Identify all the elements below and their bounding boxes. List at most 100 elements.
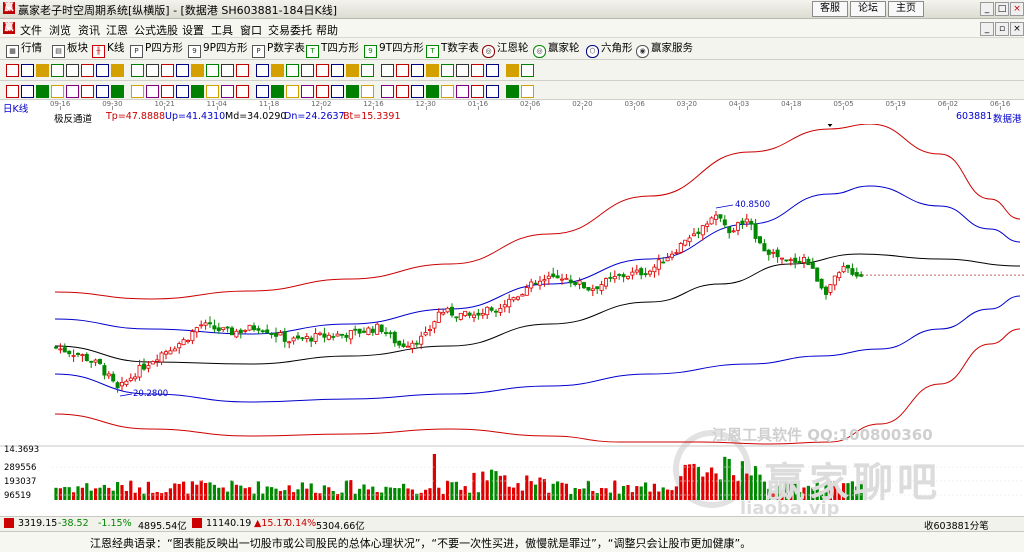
t-number-table-button[interactable]: T T数字表 [426,41,479,58]
cursor-tool-icon[interactable] [51,64,64,77]
homepage-button[interactable]: 主页 [888,1,924,17]
gann-tool-icon[interactable] [271,85,284,98]
cross-tool-icon[interactable] [506,64,519,77]
minimize-icon[interactable]: _ [980,2,994,16]
bookmark-tool-icon[interactable] [316,64,329,77]
t-square-button[interactable]: T T四方形 [306,41,359,58]
cursor-tool-icon[interactable] [256,64,269,77]
cross-tool-icon[interactable] [96,64,109,77]
text-tool-icon[interactable] [316,85,329,98]
menu-settings[interactable]: 设置 [182,22,204,38]
bookmark-tool-icon[interactable] [111,64,124,77]
arrow-tool-icon[interactable] [471,64,484,77]
menu-gann[interactable]: 江恩 [106,22,128,38]
gann-tool-icon[interactable] [471,85,484,98]
zoom-tool-icon[interactable] [411,64,424,77]
grid-tool-icon[interactable] [361,64,374,77]
sector-button[interactable]: ▤ 板块 [52,41,88,58]
fib-tool-icon[interactable] [456,85,469,98]
winner-service-button[interactable]: ◉ 赢家服务 [636,41,693,58]
delete-tool-icon[interactable] [346,85,359,98]
channel-tool-icon[interactable] [441,85,454,98]
stats-tool-icon[interactable] [236,64,249,77]
zoom-tool-icon[interactable] [206,64,219,77]
eraser-tool-icon[interactable] [161,85,174,98]
zoom-tool-icon[interactable] [6,64,19,77]
trend-tool-icon[interactable] [206,85,219,98]
9p-square-button[interactable]: 9 9P四方形 [188,41,248,58]
p-square-button[interactable]: P P四方形 [130,41,183,58]
menu-browse[interactable]: 浏览 [49,22,71,38]
kline-button[interactable]: ╫ K线 [92,41,124,58]
app-menu-icon[interactable]: 赢 [3,22,15,34]
winner-wheel-button[interactable]: ◎ 赢家轮 [533,41,580,58]
bookmark-tool-icon[interactable] [521,64,534,77]
hexagon-button[interactable]: ⬡ 六角形 [586,41,633,58]
diamond-tool-icon[interactable] [331,64,344,77]
gann-tool-icon[interactable] [66,85,79,98]
dot-tool-icon[interactable] [396,85,409,98]
measure-tool-icon[interactable] [381,85,394,98]
mdi-close-icon[interactable]: × [1010,22,1024,36]
tick-detail-label[interactable]: 收603881分笔 [924,518,989,532]
cycle-tool-icon[interactable] [21,64,34,77]
menu-help[interactable]: 帮助 [316,22,338,38]
text-tool-icon[interactable] [111,85,124,98]
mdi-minimize-icon[interactable]: _ [980,22,994,36]
arrow-tool-icon[interactable] [271,64,284,77]
menu-formula-screening[interactable]: 公式选股 [134,22,178,38]
close-icon[interactable]: × [1010,2,1024,16]
circle-tool-icon[interactable] [81,85,94,98]
arc-tool-icon[interactable] [301,85,314,98]
menu-trade[interactable]: 交易委托 [268,22,312,38]
cross-tool-icon[interactable] [301,64,314,77]
channel-tool-icon[interactable] [236,85,249,98]
percent-tool-icon[interactable] [331,85,344,98]
trend-tool-icon[interactable] [411,85,424,98]
line-tool-icon[interactable] [486,64,499,77]
link-tool-icon[interactable] [176,64,189,77]
9t-square-button[interactable]: 9 9T四方形 [364,41,424,58]
delete-tool-icon[interactable] [146,85,159,98]
measure-tool-icon[interactable] [176,85,189,98]
menu-tools[interactable]: 工具 [211,22,233,38]
monitor-tool-icon[interactable] [191,64,204,77]
grid-tool-icon[interactable] [161,64,174,77]
menu-info[interactable]: 资讯 [78,22,100,38]
customer-service-button[interactable]: 客服 [812,1,848,17]
percent-tool-icon[interactable] [131,85,144,98]
link-tool-icon[interactable] [381,64,394,77]
trend-tool-icon[interactable] [6,85,19,98]
stats-tool-icon[interactable] [36,64,49,77]
fib-tool-icon[interactable] [51,85,64,98]
cycle-tool-icon[interactable] [426,64,439,77]
monitor-tool-icon[interactable] [396,64,409,77]
cycle-tool-icon[interactable] [221,64,234,77]
stats-tool-icon[interactable] [441,64,454,77]
line-tool-icon[interactable] [286,64,299,77]
forum-button[interactable]: 论坛 [850,1,886,17]
maximize-icon[interactable]: □ [995,2,1009,16]
mdi-restore-icon[interactable]: ▫ [995,22,1009,36]
circle-tool-icon[interactable] [486,85,499,98]
dot-tool-icon[interactable] [191,85,204,98]
line-tool-icon[interactable] [81,64,94,77]
menu-file[interactable]: 文件 [20,22,42,38]
eraser-tool-icon[interactable] [361,85,374,98]
quotes-button[interactable]: ▦ 行情 [6,41,42,58]
square-tool-icon[interactable] [146,64,159,77]
ray-tool-icon[interactable] [426,85,439,98]
diamond-tool-icon[interactable] [131,64,144,77]
arc-tool-icon[interactable] [506,85,519,98]
menu-window[interactable]: 窗口 [240,22,262,38]
arc-tool-icon[interactable] [96,85,109,98]
cursor-tool-icon[interactable] [456,64,469,77]
arrow-tool-icon[interactable] [66,64,79,77]
ray-tool-icon[interactable] [21,85,34,98]
ray-tool-icon[interactable] [221,85,234,98]
circle-tool-icon[interactable] [286,85,299,98]
channel-tool-icon[interactable] [36,85,49,98]
square-tool-icon[interactable] [346,64,359,77]
p-number-table-button[interactable]: P P数字表 [252,41,305,58]
gann-wheel-button[interactable]: ◎ 江恩轮 [482,41,529,58]
